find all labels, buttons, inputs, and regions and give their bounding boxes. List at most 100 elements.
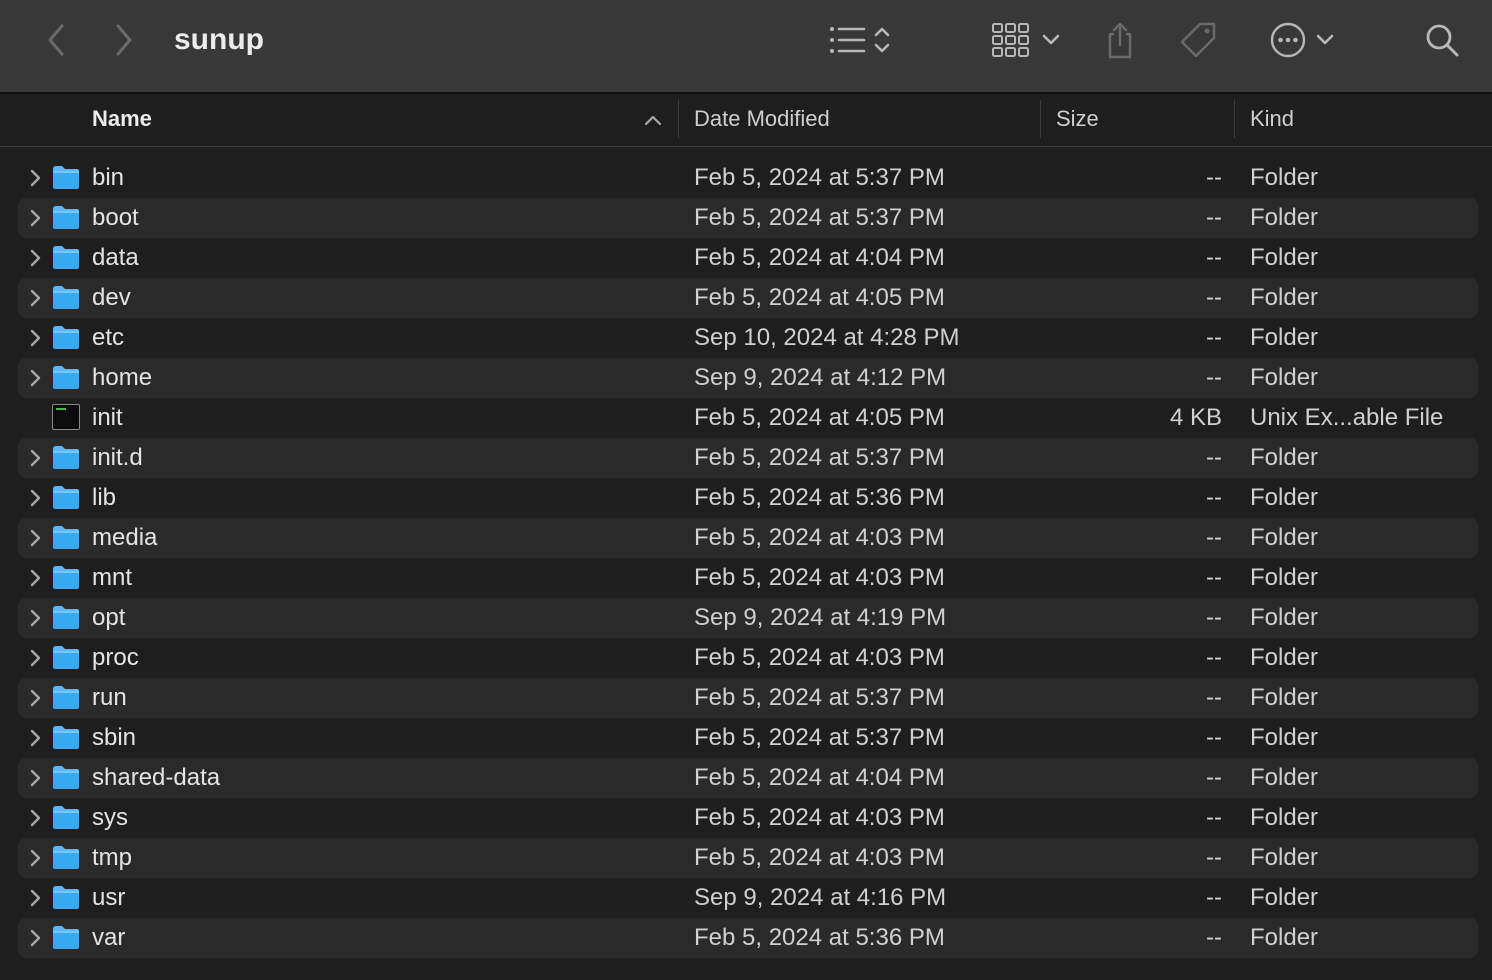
disclosure-triangle-icon[interactable] xyxy=(26,926,46,950)
folder-icon xyxy=(53,246,79,269)
file-size: -- xyxy=(1206,564,1222,591)
file-kind: Folder xyxy=(1250,284,1319,311)
date-modified: Feb 5, 2024 at 5:36 PM xyxy=(694,484,945,511)
file-size: -- xyxy=(1206,604,1222,631)
file-size: -- xyxy=(1206,844,1222,871)
file-row[interactable]: init Feb 5, 2024 at 4:05 PM 4 KB Unix Ex...… xyxy=(18,398,1478,438)
disclosure-triangle-icon[interactable] xyxy=(26,206,46,230)
file-size: -- xyxy=(1206,924,1222,951)
file-kind: Folder xyxy=(1250,884,1319,911)
up-down-chevron-icon xyxy=(874,27,890,53)
file-row[interactable]: sys Feb 5, 2024 at 4:03 PM -- Folder xyxy=(18,798,1478,838)
file-name: sys xyxy=(92,804,128,831)
file-name: sbin xyxy=(92,724,137,751)
file-row[interactable]: data Feb 5, 2024 at 4:04 PM -- Folder xyxy=(18,238,1478,278)
disclosure-triangle-icon[interactable] xyxy=(26,446,46,470)
list-icon xyxy=(830,27,866,53)
file-row[interactable]: tmp Feb 5, 2024 at 4:03 PM -- Folder xyxy=(18,838,1478,878)
disclosure-triangle-icon[interactable] xyxy=(26,886,46,910)
disclosure-triangle-icon[interactable] xyxy=(26,526,46,550)
column-divider[interactable] xyxy=(1234,100,1235,138)
back-button[interactable] xyxy=(36,20,76,60)
file-name: init.d xyxy=(92,444,143,471)
file-row[interactable]: init.d Feb 5, 2024 at 5:37 PM -- Folder xyxy=(18,438,1478,478)
file-name: lib xyxy=(92,484,117,511)
file-kind: Folder xyxy=(1250,844,1319,871)
date-modified: Feb 5, 2024 at 5:37 PM xyxy=(694,204,945,231)
view-mode-button[interactable] xyxy=(820,18,900,62)
folder-icon xyxy=(53,206,79,229)
column-header-bar: Name Date Modified Size Kind xyxy=(0,94,1492,147)
disclosure-triangle-icon[interactable] xyxy=(26,366,46,390)
file-row[interactable]: mnt Feb 5, 2024 at 4:03 PM -- Folder xyxy=(18,558,1478,598)
file-name: shared-data xyxy=(92,764,221,791)
file-row[interactable]: dev Feb 5, 2024 at 4:05 PM -- Folder xyxy=(18,278,1478,318)
disclosure-triangle-icon[interactable] xyxy=(26,726,46,750)
chevron-down-icon xyxy=(1316,34,1334,45)
file-row[interactable]: boot Feb 5, 2024 at 5:37 PM -- Folder xyxy=(18,198,1478,238)
file-row[interactable]: bin Feb 5, 2024 at 5:37 PM -- Folder xyxy=(18,158,1478,198)
file-name: tmp xyxy=(92,844,133,871)
file-name: dev xyxy=(92,284,131,311)
share-button[interactable] xyxy=(1100,18,1140,62)
column-header-kind[interactable]: Kind xyxy=(1250,94,1294,146)
file-kind: Folder xyxy=(1250,444,1319,471)
file-size: -- xyxy=(1206,764,1222,791)
tag-icon xyxy=(1180,22,1216,58)
date-modified: Feb 5, 2024 at 4:03 PM xyxy=(694,844,945,871)
file-row[interactable]: shared-data Feb 5, 2024 at 4:04 PM -- Folde… xyxy=(18,758,1478,798)
more-actions-button[interactable] xyxy=(1262,18,1342,62)
folder-icon xyxy=(53,526,79,549)
disclosure-triangle-icon[interactable] xyxy=(26,606,46,630)
file-row[interactable]: proc Feb 5, 2024 at 4:03 PM -- Folder xyxy=(18,638,1478,678)
date-modified: Feb 5, 2024 at 4:03 PM xyxy=(694,564,945,591)
file-name: boot xyxy=(92,204,139,231)
disclosure-triangle-icon[interactable] xyxy=(26,846,46,870)
file-row[interactable]: home Sep 9, 2024 at 4:12 PM -- Folder xyxy=(18,358,1478,398)
ellipsis-circle-icon xyxy=(1270,22,1306,58)
tag-button[interactable] xyxy=(1176,18,1220,62)
forward-button[interactable] xyxy=(104,20,144,60)
folder-icon xyxy=(53,326,79,349)
disclosure-triangle-icon[interactable] xyxy=(26,646,46,670)
search-button[interactable] xyxy=(1420,18,1464,62)
date-modified: Feb 5, 2024 at 5:37 PM xyxy=(694,724,945,751)
column-header-size[interactable]: Size xyxy=(1056,94,1099,146)
disclosure-triangle-icon[interactable] xyxy=(26,486,46,510)
file-row[interactable]: opt Sep 9, 2024 at 4:19 PM -- Folder xyxy=(18,598,1478,638)
file-row[interactable]: media Feb 5, 2024 at 4:03 PM -- Folder xyxy=(18,518,1478,558)
file-row[interactable]: run Feb 5, 2024 at 5:37 PM -- Folder xyxy=(18,678,1478,718)
file-kind: Folder xyxy=(1250,244,1319,271)
file-row[interactable]: sbin Feb 5, 2024 at 5:37 PM -- Folder xyxy=(18,718,1478,758)
chevron-down-icon xyxy=(1042,34,1060,45)
file-size: -- xyxy=(1206,884,1222,911)
column-divider[interactable] xyxy=(1040,100,1041,138)
disclosure-triangle-icon[interactable] xyxy=(26,166,46,190)
file-name: var xyxy=(92,924,126,951)
folder-icon xyxy=(53,646,79,669)
file-row[interactable]: var Feb 5, 2024 at 5:36 PM -- Folder xyxy=(18,918,1478,958)
disclosure-triangle-icon[interactable] xyxy=(26,286,46,310)
disclosure-triangle-icon[interactable] xyxy=(26,766,46,790)
file-row[interactable]: etc Sep 10, 2024 at 4:28 PM -- Folder xyxy=(18,318,1478,358)
group-by-button[interactable] xyxy=(986,18,1066,62)
disclosure-triangle-icon[interactable] xyxy=(26,326,46,350)
disclosure-triangle-icon[interactable] xyxy=(26,246,46,270)
column-divider[interactable] xyxy=(678,100,679,138)
chevron-right-icon xyxy=(116,24,132,56)
file-name: mnt xyxy=(92,564,133,591)
column-header-date-modified[interactable]: Date Modified xyxy=(694,94,830,146)
file-kind: Folder xyxy=(1250,604,1319,631)
file-name: etc xyxy=(92,324,125,351)
column-header-name[interactable]: Name xyxy=(92,94,152,146)
file-row[interactable]: lib Feb 5, 2024 at 5:36 PM -- Folder xyxy=(18,478,1478,518)
file-name: bin xyxy=(92,164,125,191)
disclosure-triangle-icon[interactable] xyxy=(26,686,46,710)
disclosure-triangle-icon[interactable] xyxy=(26,806,46,830)
disclosure-triangle-icon[interactable] xyxy=(26,566,46,590)
executable-file-icon xyxy=(52,404,80,430)
file-row[interactable]: usr Sep 9, 2024 at 4:16 PM -- Folder xyxy=(18,878,1478,918)
folder-icon xyxy=(53,606,79,629)
date-modified: Feb 5, 2024 at 4:03 PM xyxy=(694,524,945,551)
sort-ascending-icon[interactable] xyxy=(644,114,662,126)
